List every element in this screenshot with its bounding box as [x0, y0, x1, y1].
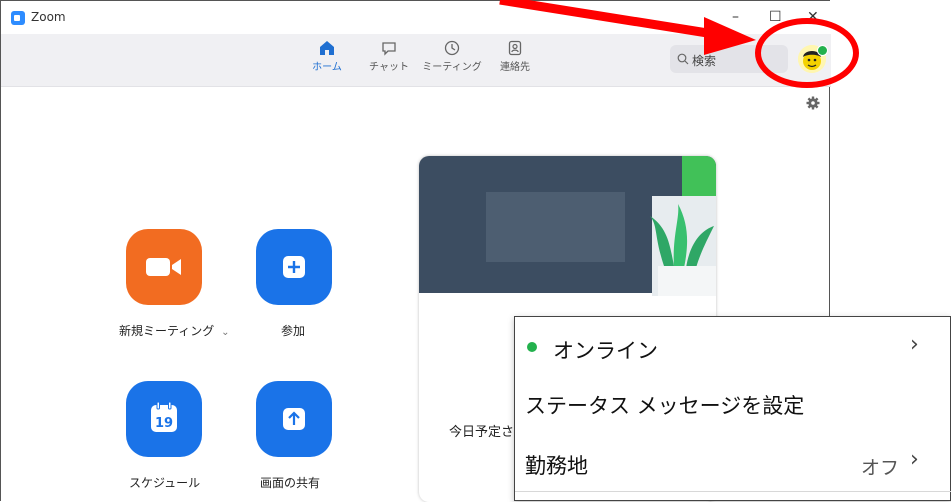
search-icon [677, 53, 689, 65]
join-label: 参加 [281, 324, 306, 338]
chevron-right-icon[interactable]: › [910, 332, 919, 357]
tab-contacts[interactable]: 連絡先 [485, 39, 545, 73]
plus-icon [283, 256, 305, 278]
schedule-label: スケジュール [129, 476, 201, 490]
tab-meetings-label: ミーティング [422, 62, 482, 73]
minimize-button[interactable]: – [732, 9, 739, 25]
search-placeholder: 検索 [692, 54, 717, 68]
home-icon [320, 41, 334, 55]
new-meeting-button[interactable] [126, 229, 202, 305]
title-bar: Zoom – ☐ ✕ [1, 1, 831, 34]
tab-home[interactable]: ホーム [297, 39, 357, 73]
join-button[interactable] [256, 229, 332, 305]
chevron-right-icon[interactable]: › [910, 447, 919, 472]
red-circle-annotation [755, 18, 859, 88]
share-up-arrow-icon [283, 408, 305, 430]
new-meeting-label: 新規ミーティング ⌄ [119, 322, 230, 339]
zoom-app-icon [11, 11, 25, 25]
menu-item-work-location[interactable]: 勤務地 [525, 450, 588, 480]
work-location-value: オフ [861, 457, 900, 479]
menu-item-online[interactable]: オンライン [553, 335, 658, 365]
video-camera-icon [146, 258, 181, 276]
tab-meetings[interactable]: ミーティング [422, 39, 482, 73]
tab-chat-label: チャット [369, 62, 409, 73]
today-meetings-text: 今日予定さ [449, 425, 515, 440]
contacts-icon [508, 40, 522, 56]
card-banner-placeholder [486, 192, 625, 262]
new-meeting-text: 新規ミーティング [119, 324, 215, 338]
calendar-day: 19 [155, 416, 173, 431]
chat-icon [382, 42, 396, 56]
share-screen-label: 画面の共有 [260, 476, 321, 490]
schedule-button[interactable]: 19 [126, 381, 202, 457]
gear-icon[interactable] [806, 96, 820, 110]
online-status-dot [527, 342, 537, 352]
status-menu: オンライン › ステータス メッセージを設定 勤務地 オフ › [514, 316, 951, 501]
tab-home-label: ホーム [312, 62, 342, 73]
tab-chat[interactable]: チャット [359, 39, 419, 73]
window-title: Zoom [31, 10, 66, 24]
clock-icon [444, 40, 460, 56]
menu-item-set-status-message[interactable]: ステータス メッセージを設定 [525, 390, 804, 420]
share-screen-button[interactable] [256, 381, 332, 457]
calendar-icon: 19 [151, 401, 177, 432]
menu-divider [515, 491, 951, 492]
chevron-down-icon[interactable]: ⌄ [221, 327, 229, 338]
tab-contacts-label: 連絡先 [500, 62, 530, 73]
plant-illustration [650, 156, 716, 296]
